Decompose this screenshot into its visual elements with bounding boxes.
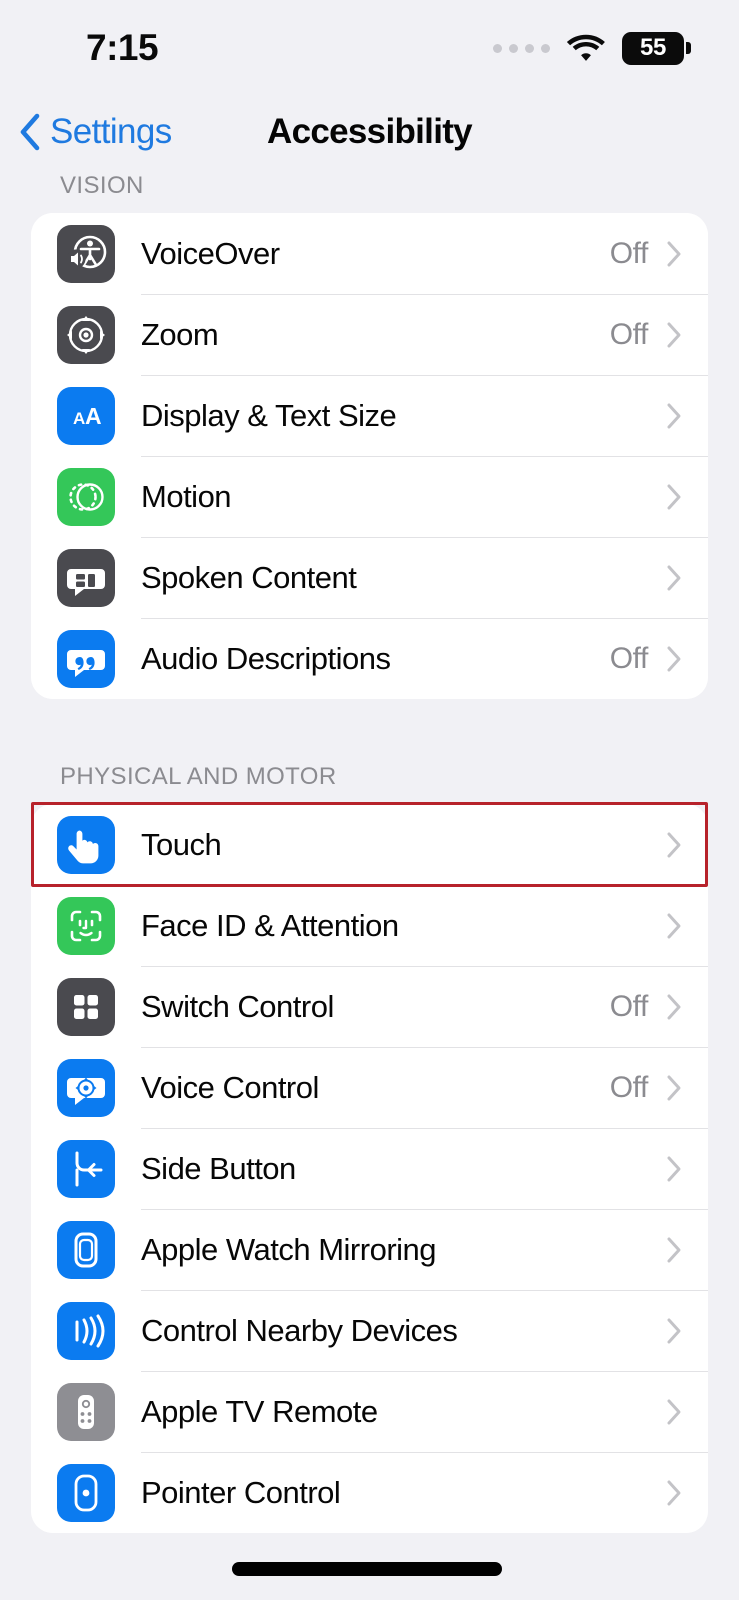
page-title: Accessibility — [0, 112, 739, 152]
chevron-right-icon — [666, 1317, 682, 1345]
list-item-voice-control[interactable]: Voice Control Off — [31, 1047, 708, 1128]
list-item-motion[interactable]: Motion — [31, 456, 708, 537]
battery-tip — [686, 42, 691, 54]
vision-card: VoiceOver Off Zoom Of — [31, 213, 708, 699]
list-item-side-button[interactable]: Side Button — [31, 1128, 708, 1209]
chevron-right-icon — [666, 831, 682, 859]
physical-and-motor-card: Touch Face ID & Attention — [31, 804, 708, 1533]
chevron-right-icon — [666, 1155, 682, 1183]
chevron-right-icon — [666, 1398, 682, 1426]
list-item-label: Audio Descriptions — [141, 641, 610, 677]
wifi-icon — [567, 34, 605, 62]
list-item-label: Touch — [141, 827, 648, 863]
touch-icon — [57, 816, 115, 874]
chevron-right-icon — [666, 240, 682, 268]
svg-text:A: A — [73, 409, 85, 428]
list-item-label: Spoken Content — [141, 560, 648, 596]
list-item-label: Apple Watch Mirroring — [141, 1232, 648, 1268]
list-item-label: Display & Text Size — [141, 398, 648, 434]
list-item-label: Motion — [141, 479, 648, 515]
list-item-label: Face ID & Attention — [141, 908, 648, 944]
list-item-voiceover[interactable]: VoiceOver Off — [31, 213, 708, 294]
list-item-label: Voice Control — [141, 1070, 610, 1106]
side-button-icon — [57, 1140, 115, 1198]
home-indicator — [232, 1562, 502, 1576]
audio-descriptions-icon — [57, 630, 115, 688]
list-item-audio-descriptions[interactable]: Audio Descriptions Off — [31, 618, 708, 699]
list-item-switch-control[interactable]: Switch Control Off — [31, 966, 708, 1047]
zoom-icon — [57, 306, 115, 364]
section-header-vision: VISION — [0, 172, 739, 213]
battery-body: 55 — [622, 32, 684, 65]
chevron-right-icon — [666, 1236, 682, 1264]
svg-text:A: A — [85, 403, 102, 429]
signal-dots-icon — [493, 44, 550, 53]
chevron-right-icon — [666, 483, 682, 511]
battery-percentage: 55 — [640, 36, 666, 60]
list-item-label: Side Button — [141, 1151, 648, 1187]
chevron-right-icon — [666, 993, 682, 1021]
iphone-screen: 7:15 55 Settings Accessibility — [0, 0, 739, 1600]
list-item-control-nearby-devices[interactable]: Control Nearby Devices — [31, 1290, 708, 1371]
list-item-zoom[interactable]: Zoom Off — [31, 294, 708, 375]
chevron-right-icon — [666, 1479, 682, 1507]
status-bar-time: 7:15 — [86, 27, 158, 69]
list-item-apple-watch-mirroring[interactable]: Apple Watch Mirroring — [31, 1209, 708, 1290]
navigation-bar: Settings Accessibility — [0, 92, 739, 172]
chevron-right-icon — [666, 912, 682, 940]
chevron-right-icon — [666, 402, 682, 430]
list-item-pointer-control[interactable]: Pointer Control — [31, 1452, 708, 1533]
list-item-spoken-content[interactable]: Spoken Content — [31, 537, 708, 618]
apple-watch-mirroring-icon — [57, 1221, 115, 1279]
status-bar: 7:15 55 — [0, 0, 739, 92]
section-header-physical-and-motor: PHYSICAL AND MOTOR — [0, 699, 739, 804]
voice-control-icon — [57, 1059, 115, 1117]
list-item-face-id-attention[interactable]: Face ID & Attention — [31, 885, 708, 966]
status-bar-indicators: 55 — [493, 32, 691, 65]
voiceover-icon — [57, 225, 115, 283]
list-item-value: Off — [610, 1071, 648, 1105]
display-text-size-icon: A A — [57, 387, 115, 445]
list-item-touch[interactable]: Touch — [31, 804, 708, 885]
settings-list: VISION VoiceOver Off — [0, 172, 739, 1600]
list-item-label: Switch Control — [141, 989, 610, 1025]
list-item-value: Off — [610, 642, 648, 676]
chevron-right-icon — [666, 645, 682, 673]
face-id-icon — [57, 897, 115, 955]
chevron-right-icon — [666, 321, 682, 349]
spoken-content-icon — [57, 549, 115, 607]
list-item-label: Zoom — [141, 317, 610, 353]
switch-control-icon — [57, 978, 115, 1036]
chevron-right-icon — [666, 1074, 682, 1102]
list-item-value: Off — [610, 237, 648, 271]
motion-icon — [57, 468, 115, 526]
list-item-label: Control Nearby Devices — [141, 1313, 648, 1349]
list-item-label: Pointer Control — [141, 1475, 648, 1511]
list-item-label: Apple TV Remote — [141, 1394, 648, 1430]
list-item-apple-tv-remote[interactable]: Apple TV Remote — [31, 1371, 708, 1452]
list-item-value: Off — [610, 318, 648, 352]
chevron-right-icon — [666, 564, 682, 592]
list-item-label: VoiceOver — [141, 236, 610, 272]
apple-tv-remote-icon — [57, 1383, 115, 1441]
list-item-display-text-size[interactable]: A A Display & Text Size — [31, 375, 708, 456]
pointer-control-icon — [57, 1464, 115, 1522]
control-nearby-devices-icon — [57, 1302, 115, 1360]
battery-indicator: 55 — [622, 32, 691, 65]
list-item-value: Off — [610, 990, 648, 1024]
